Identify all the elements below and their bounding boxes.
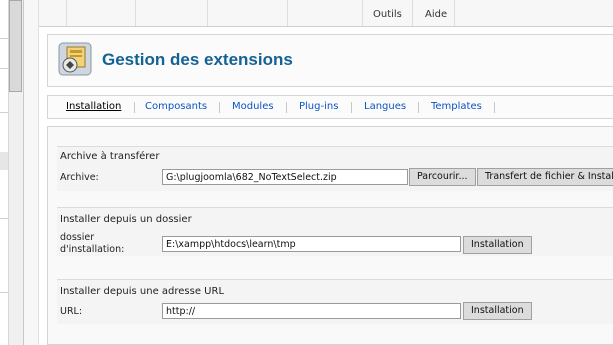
left-sidebar-strip (0, 0, 9, 345)
directory-label-line1: dossier (60, 232, 95, 243)
menu-separator (207, 0, 208, 26)
url-label: URL: (60, 306, 83, 317)
menu-separator (362, 0, 363, 26)
sidebar-divider (0, 292, 8, 293)
extension-tabs: Installation Composants Modules Plug-ins… (47, 95, 613, 119)
menu-separator (135, 0, 136, 26)
menu-separator (66, 0, 67, 26)
upload-legend: Archive à transférer (60, 151, 160, 162)
browse-button[interactable]: Parcourir... (409, 168, 476, 186)
tab-separator (286, 102, 287, 113)
directory-install-button[interactable]: Installation (463, 236, 532, 254)
tab-separator (351, 102, 352, 113)
extension-manager-icon (58, 42, 92, 76)
tab-separator (494, 102, 495, 113)
archive-label: Archive: (60, 172, 99, 183)
tab-langues[interactable]: Langues (364, 101, 406, 112)
menu-aide[interactable]: Aide (425, 9, 447, 20)
menu-separator (287, 0, 288, 26)
tab-modules[interactable]: Modules (232, 101, 274, 112)
directory-label-line2: d'installation: (60, 244, 125, 255)
url-install-button[interactable]: Installation (463, 302, 532, 320)
tab-plugins[interactable]: Plug-ins (299, 101, 338, 112)
directory-input[interactable] (162, 236, 461, 252)
tab-composants[interactable]: Composants (145, 101, 207, 112)
sidebar-divider (0, 218, 8, 219)
tab-installation[interactable]: Installation (66, 101, 121, 112)
install-from-directory-section: Installer depuis un dossier dossier d'in… (57, 207, 613, 256)
menu-separator (412, 0, 413, 26)
tab-separator (418, 102, 419, 113)
url-legend: Installer depuis une adresse URL (60, 286, 225, 297)
menu-separator (454, 0, 455, 26)
page-title: Gestion des extensions (102, 50, 293, 69)
scrollbar-thumb[interactable] (9, 0, 22, 92)
url-input[interactable] (162, 303, 461, 319)
top-menu-bar: Outils Aide (39, 0, 613, 27)
archive-file-input[interactable] (162, 169, 408, 185)
directory-legend: Installer depuis un dossier (60, 214, 192, 225)
page-gutter (24, 0, 39, 345)
sidebar-active-item[interactable] (0, 152, 8, 170)
tab-templates[interactable]: Templates (431, 101, 482, 112)
upload-package-section: Archive à transférer Archive: Parcourir.… (57, 146, 613, 191)
page-header: Gestion des extensions (47, 34, 613, 87)
upload-install-button[interactable]: Transfert de fichier & Installation (477, 168, 613, 186)
sidebar-divider (0, 38, 8, 39)
install-panel: Archive à transférer Archive: Parcourir.… (47, 126, 613, 345)
sidebar-divider (0, 68, 8, 69)
menu-outils[interactable]: Outils (373, 9, 402, 20)
tab-separator (219, 102, 220, 113)
tab-separator (134, 102, 135, 113)
sidebar-divider (0, 112, 8, 113)
install-from-url-section: Installer depuis une adresse URL URL: In… (57, 279, 613, 324)
